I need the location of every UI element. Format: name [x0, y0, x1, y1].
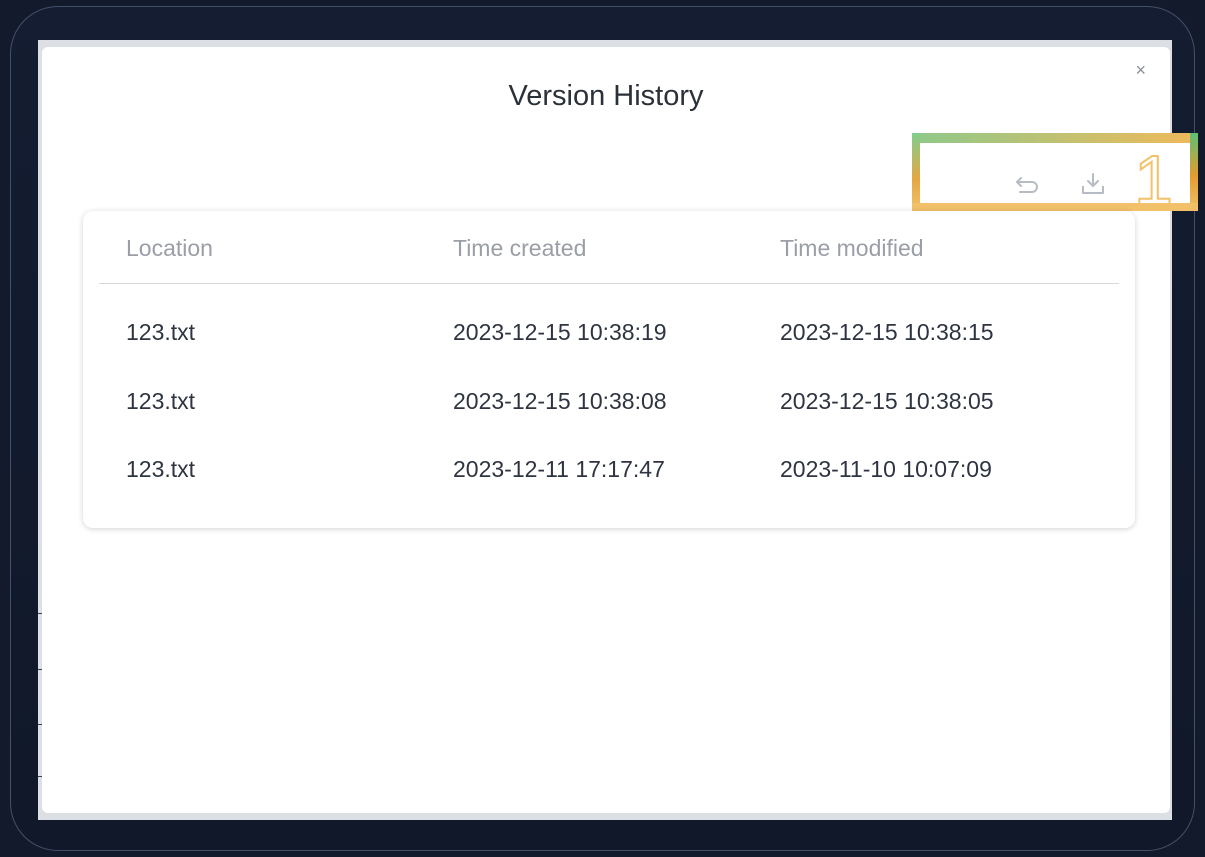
annotation-number: 1: [1133, 141, 1174, 219]
annotation-box: [1190, 133, 1198, 211]
cell-time-modified: 2023-12-15 10:38:15: [780, 319, 994, 345]
annotation-box: [912, 133, 920, 211]
cell-location: 123.txt: [126, 388, 196, 414]
undo-icon[interactable]: [1012, 169, 1042, 199]
table-row[interactable]: 123.txt 2023-12-15 10:38:08 2023-12-15 1…: [83, 370, 1135, 438]
cell-time-modified: 2023-12-15 10:38:05: [780, 388, 994, 414]
table-row[interactable]: 123.txt 2023-12-11 17:17:47 2023-11-10 1…: [83, 438, 1135, 506]
version-history-dialog: × Version History 1 Location Time create…: [42, 47, 1198, 813]
table-row[interactable]: 123.txt 2023-12-15 10:38:19 2023-12-15 1…: [83, 301, 1135, 369]
cell-location: 123.txt: [126, 456, 196, 482]
cell-time-created: 2023-12-11 17:17:47: [453, 456, 665, 482]
column-header-location: Location: [126, 235, 213, 261]
column-header-time-created: Time created: [453, 235, 587, 261]
close-button[interactable]: ×: [1135, 61, 1146, 79]
cell-location: 123.txt: [126, 319, 196, 345]
version-table: Location Time created Time modified 123.…: [83, 211, 1135, 528]
dialog-title: Version History: [508, 80, 704, 112]
cell-time-created: 2023-12-15 10:38:08: [453, 388, 667, 414]
cell-time-modified: 2023-11-10 10:07:09: [780, 456, 992, 482]
action-toolbar: 1: [912, 133, 1198, 216]
cell-time-created: 2023-12-15 10:38:19: [453, 319, 667, 345]
table-header: Location Time created Time modified: [99, 211, 1119, 284]
download-icon[interactable]: [1078, 169, 1108, 199]
toolbar-area: 1: [920, 143, 1190, 216]
column-header-time-modified: Time modified: [780, 235, 924, 261]
